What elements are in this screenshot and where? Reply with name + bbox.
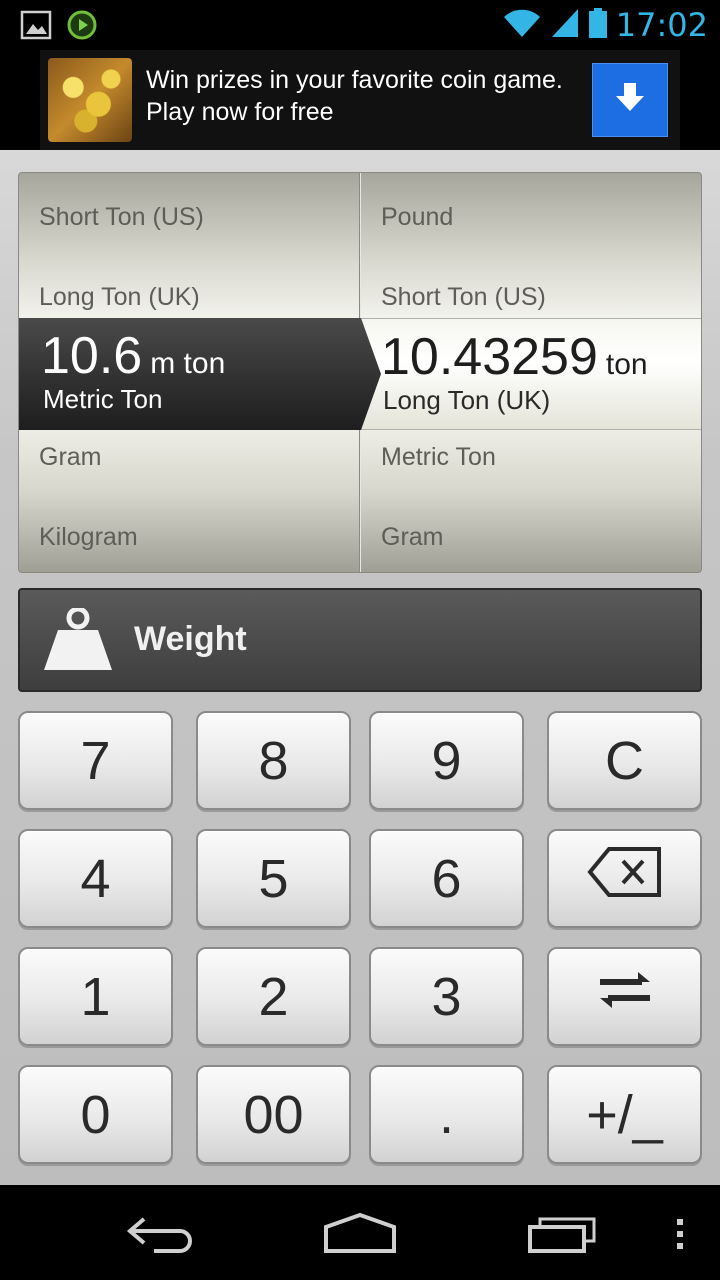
- ad-text[interactable]: Win prizes in your favorite coin game. P…: [146, 64, 576, 128]
- from-option[interactable]: Short Ton (US): [39, 203, 204, 232]
- image-icon: [20, 9, 52, 45]
- from-option[interactable]: Gram: [39, 443, 102, 472]
- navigation-bar: [0, 1185, 720, 1280]
- backspace-button[interactable]: [547, 829, 702, 928]
- key-8[interactable]: 8: [196, 711, 351, 810]
- download-icon: [612, 80, 648, 120]
- input-value: 10.6: [41, 327, 143, 385]
- key-1[interactable]: 1: [18, 947, 173, 1046]
- to-unit-selected[interactable]: 10.43259 ton Long Ton (UK): [361, 318, 701, 430]
- from-option[interactable]: Kilogram: [39, 523, 138, 552]
- media-play-icon: [66, 9, 98, 45]
- category-label: Weight: [134, 620, 247, 658]
- swap-units-button[interactable]: [547, 947, 702, 1046]
- category-selector[interactable]: Weight: [18, 588, 702, 692]
- ad-thumbnail[interactable]: [48, 58, 132, 142]
- signal-icon: [550, 7, 580, 43]
- key-2[interactable]: 2: [196, 947, 351, 1046]
- home-icon[interactable]: [322, 1211, 398, 1259]
- wifi-icon: [502, 7, 542, 43]
- recent-apps-icon[interactable]: [526, 1211, 598, 1259]
- sign-toggle-button[interactable]: +/_: [547, 1065, 702, 1164]
- battery-icon: [588, 7, 608, 43]
- clear-button[interactable]: C: [547, 711, 702, 810]
- converted-unit: ton: [605, 348, 648, 381]
- unit-selector[interactable]: Short Ton (US) Long Ton (UK) Gram Kilogr…: [18, 172, 702, 573]
- overflow-menu-icon[interactable]: [672, 1211, 688, 1259]
- backspace-icon: [586, 846, 663, 911]
- key-3[interactable]: 3: [369, 947, 524, 1046]
- swap-icon: [598, 965, 652, 1028]
- key-4[interactable]: 4: [18, 829, 173, 928]
- from-unit-name: Metric Ton: [43, 384, 163, 414]
- key-6[interactable]: 6: [369, 829, 524, 928]
- key-00[interactable]: 00: [196, 1065, 351, 1164]
- to-option[interactable]: Short Ton (US): [381, 283, 546, 312]
- input-unit: m ton: [150, 347, 226, 380]
- to-option[interactable]: Gram: [381, 523, 444, 552]
- to-unit-name: Long Ton (UK): [383, 385, 551, 415]
- ad-banner[interactable]: Win prizes in your favorite coin game. P…: [40, 50, 680, 150]
- to-option[interactable]: Metric Ton: [381, 443, 496, 472]
- key-5[interactable]: 5: [196, 829, 351, 928]
- from-unit-selected[interactable]: 10.6 m ton Metric Ton: [19, 318, 381, 430]
- decimal-button[interactable]: .: [369, 1065, 524, 1164]
- ad-download-button[interactable]: [592, 63, 668, 137]
- weight-icon: [42, 606, 114, 678]
- converter-screen: Short Ton (US) Long Ton (UK) Gram Kilogr…: [0, 150, 720, 1185]
- status-clock: 17:02: [615, 6, 708, 44]
- back-icon[interactable]: [124, 1211, 196, 1259]
- key-9[interactable]: 9: [369, 711, 524, 810]
- key-0[interactable]: 0: [18, 1065, 173, 1164]
- to-option[interactable]: Pound: [381, 203, 453, 232]
- converted-value: 10.43259: [381, 328, 598, 386]
- status-bar: 17:02: [0, 0, 720, 50]
- from-option[interactable]: Long Ton (UK): [39, 283, 200, 312]
- key-7[interactable]: 7: [18, 711, 173, 810]
